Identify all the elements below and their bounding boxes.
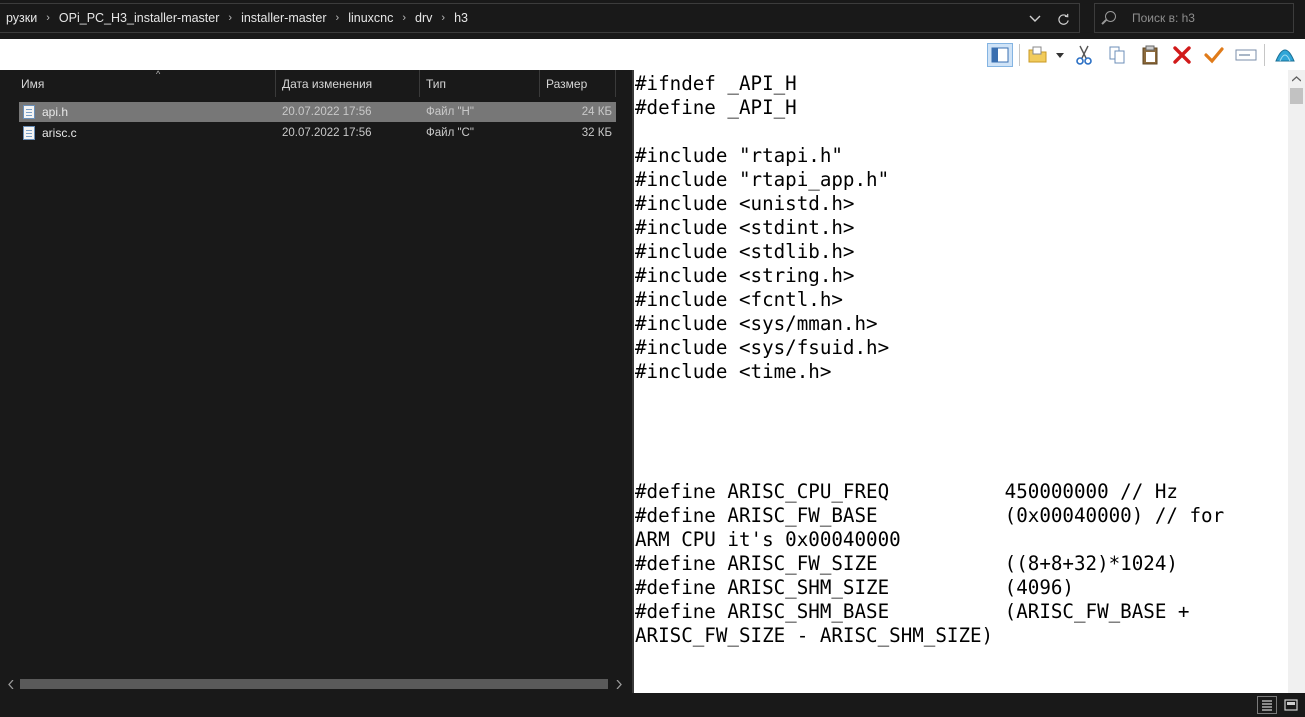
file-icon [23, 126, 35, 140]
column-header-type-label: Тип [426, 76, 447, 91]
breadcrumb-item[interactable]: installer-master [237, 11, 330, 25]
horizontal-scroll-thumb[interactable] [20, 679, 608, 689]
toolbar [0, 39, 1305, 70]
breadcrumb-chevron-icon[interactable]: › [436, 12, 450, 24]
breadcrumb: рузки › OPi_PC_H3_installer-master › ins… [2, 4, 472, 32]
file-type: Файл "H" [426, 106, 474, 118]
column-header-size-label: Размер [546, 76, 588, 91]
column-header-date-label: Дата изменения [282, 76, 373, 91]
delete-icon[interactable] [1169, 43, 1195, 67]
breadcrumb-item[interactable]: h3 [450, 11, 472, 25]
dropdown-arrow-icon[interactable] [1052, 43, 1068, 67]
breadcrumb-chevron-icon[interactable]: › [223, 12, 237, 24]
column-header-type[interactable]: Тип [420, 70, 540, 97]
paste-icon[interactable] [1137, 43, 1163, 67]
status-bar [0, 693, 1305, 717]
file-name: arisc.c [42, 126, 77, 140]
column-header-size[interactable]: Размер [540, 70, 616, 97]
breadcrumb-chevron-icon[interactable]: › [41, 12, 55, 24]
breadcrumb-item[interactable]: drv [411, 11, 436, 25]
breadcrumb-chevron-icon[interactable]: › [397, 12, 411, 24]
file-row[interactable]: api.h 20.07.2022 17:56 Файл "H" 24 КБ [19, 102, 616, 122]
shell-icon[interactable] [1272, 43, 1298, 67]
file-date: 20.07.2022 17:56 [282, 106, 372, 118]
breadcrumb-item[interactable]: рузки [2, 11, 41, 25]
address-history-chevron-icon[interactable] [1025, 8, 1045, 30]
address-row: рузки › OPi_PC_H3_installer-master › ins… [0, 0, 1305, 38]
vertical-scroll-thumb[interactable] [1290, 88, 1303, 104]
toolbar-divider [1264, 44, 1265, 66]
search-input[interactable] [1132, 4, 1287, 32]
sort-ascending-icon: ^ [156, 69, 161, 79]
large-icons-view-icon[interactable] [1281, 696, 1301, 714]
scroll-up-icon[interactable] [1288, 70, 1305, 87]
breadcrumb-item[interactable]: linuxcnc [344, 11, 397, 25]
preview-pane-icon[interactable] [987, 43, 1013, 67]
file-size: 24 КБ [581, 106, 612, 118]
rename-icon[interactable] [1233, 43, 1259, 67]
file-icon [23, 105, 35, 119]
cut-icon[interactable] [1071, 43, 1097, 67]
new-folder-icon[interactable] [1025, 43, 1051, 67]
preview-code: #ifndef _API_H #define _API_H #include "… [635, 72, 1225, 647]
search-icon [1105, 11, 1116, 22]
file-row[interactable]: arisc.c 20.07.2022 17:56 Файл "C" 32 КБ [19, 123, 616, 143]
details-view-icon[interactable] [1257, 696, 1277, 714]
vertical-scrollbar[interactable] [1288, 70, 1305, 693]
file-name: api.h [42, 105, 69, 119]
column-header-name-label: Имя [21, 76, 45, 91]
horizontal-scrollbar[interactable] [0, 675, 632, 693]
toolbar-divider [1019, 44, 1020, 66]
scroll-right-icon[interactable] [610, 675, 628, 693]
file-list-pane: Имя ^ Дата изменения Тип Размер api.h 20… [0, 69, 632, 693]
preview-pane[interactable]: #ifndef _API_H #define _API_H #include "… [634, 70, 1288, 693]
breadcrumb-chevron-icon[interactable]: › [331, 12, 345, 24]
file-size: 32 КБ [581, 127, 612, 139]
refresh-icon[interactable] [1053, 8, 1073, 30]
scroll-left-icon[interactable] [2, 675, 20, 693]
column-header-name[interactable]: Имя ^ [15, 69, 276, 97]
file-type: Файл "C" [426, 127, 474, 139]
copy-icon[interactable] [1104, 43, 1130, 67]
address-bar[interactable]: рузки › OPi_PC_H3_installer-master › ins… [0, 3, 1080, 33]
checkmark-icon[interactable] [1201, 43, 1227, 67]
column-header-date[interactable]: Дата изменения [276, 70, 420, 97]
file-date: 20.07.2022 17:56 [282, 127, 372, 139]
breadcrumb-item[interactable]: OPi_PC_H3_installer-master [55, 11, 223, 25]
search-box[interactable] [1094, 3, 1294, 33]
